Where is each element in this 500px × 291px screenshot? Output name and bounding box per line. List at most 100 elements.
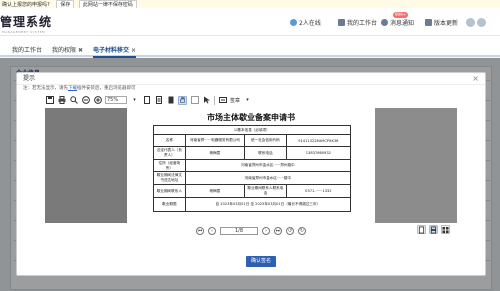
field-label: 歇业期限 xyxy=(154,198,186,211)
table-row: 歇业期间法律文书送达地址 河南省郑州市金水区······楼中 xyxy=(154,172,350,185)
avatar-icon xyxy=(466,18,475,27)
online-users-label: 2人在线 xyxy=(299,20,321,27)
table-row: ☑基本信息（必填项） xyxy=(154,126,350,135)
table-row: 法定代表人（负责人） 杨梅霞 联系电话 13837660932 xyxy=(154,147,350,160)
field-value: 河南省郑州市金水区······郑州路中 xyxy=(241,163,295,167)
rotate-left-icon[interactable]: ↺ xyxy=(286,227,294,235)
print-icon[interactable] xyxy=(57,96,66,105)
plugin-note-prefix: 注：若无法显示，请先 xyxy=(23,86,68,91)
save-icon[interactable] xyxy=(45,96,54,105)
download-plugin-link[interactable]: 下载 xyxy=(68,86,77,91)
field-label: 歇业期间联系人联系电话 xyxy=(245,185,287,197)
thumbnail-view-icon[interactable] xyxy=(441,225,450,234)
view-mode-tools xyxy=(417,225,450,234)
password-prompt-text: 确认上报您的申报吗? xyxy=(2,2,50,8)
chevron-down-icon[interactable]: ▾ xyxy=(130,96,139,105)
hand-tool-icon[interactable] xyxy=(178,95,187,105)
tab-my-permissions[interactable]: 我的权限 ✖ xyxy=(52,45,83,54)
page-number-input[interactable]: 1/8 xyxy=(220,227,258,235)
viewer-margin-left xyxy=(45,108,127,223)
plugin-note-suffix: 插件安装后，重启浏览器即可 xyxy=(77,86,136,91)
table-row: 住所（经营场所） 河南省郑州市金水区······郑州路中 xyxy=(154,160,350,172)
toolbar-separator xyxy=(214,95,215,105)
pointer-icon[interactable] xyxy=(202,96,211,105)
field-value: 13837660932 xyxy=(305,151,331,155)
single-page-icon[interactable] xyxy=(417,225,426,234)
stamp-icon[interactable] xyxy=(218,96,227,105)
first-page-icon[interactable]: ⏮ xyxy=(196,227,204,235)
dialog-header: 提示 × xyxy=(17,73,485,85)
prev-page-icon[interactable]: ‹ xyxy=(208,227,216,235)
pdf-viewer[interactable]: 市场主体歇业备案申请书 ☑基本信息（必填项） 名称 河南省郑······电器服务… xyxy=(45,108,457,223)
version-update-label: 版本更新 xyxy=(434,20,459,27)
pdf-page: 市场主体歇业备案申请书 ☑基本信息（必填项） 名称 河南省郑······电器服务… xyxy=(127,108,375,223)
table-row: 名称 河南省郑······电器服务有限公司 统一社会信用代码 91411322M… xyxy=(154,135,350,147)
field-label: 名称 xyxy=(154,135,186,146)
bell-icon xyxy=(381,19,388,26)
document-icon xyxy=(425,19,432,26)
select-region-icon[interactable] xyxy=(190,96,199,105)
fit-width-icon[interactable] xyxy=(154,96,163,105)
last-page-icon[interactable]: ⏭ xyxy=(274,227,282,235)
continuous-page-icon[interactable] xyxy=(429,225,438,234)
tab-label: 我的工作台 xyxy=(12,47,43,54)
messages-link[interactable]: 消息通知 xyxy=(381,18,414,27)
sign-menu-label[interactable]: 签章 xyxy=(230,97,240,104)
app-logo-subtitle: MANAGEMENT SYSTEM xyxy=(2,30,46,34)
app-logo: 管理系统 xyxy=(0,15,53,29)
fit-page-icon[interactable] xyxy=(142,96,151,105)
table-row: 歇业期限 自 2023年03月01日 至 2025年03月01日（最长不得超过三… xyxy=(154,198,350,211)
field-label: 法定代表人（负责人） xyxy=(154,147,186,159)
document-view-icon[interactable] xyxy=(166,96,175,105)
zoom-out-icon[interactable] xyxy=(81,96,90,105)
close-icon[interactable]: ✖ xyxy=(78,47,83,54)
close-icon[interactable]: × xyxy=(131,47,136,54)
close-icon[interactable]: × xyxy=(472,73,479,85)
zoom-select[interactable]: 75% xyxy=(105,96,127,104)
document-title: 市场主体歇业备案申请书 xyxy=(207,112,295,122)
messages-badge: 999+ xyxy=(393,12,408,18)
field-label: 住所（经营场所） xyxy=(154,160,186,171)
zoom-in-icon[interactable] xyxy=(93,96,102,105)
search-icon[interactable] xyxy=(69,96,78,105)
tab-label: 电子材料移交 xyxy=(93,47,130,54)
app-header: 管理系统 MANAGEMENT SYSTEM 2人在线 我的工作台 消息通知 9… xyxy=(0,8,500,36)
chevron-down-icon[interactable]: ▾ xyxy=(243,96,252,105)
field-value: 0371-······1332 xyxy=(305,189,332,193)
my-workbench-link[interactable]: 我的工作台 xyxy=(338,18,377,27)
section-header: ☑基本信息（必填项） xyxy=(234,127,270,132)
field-value: 杨梅霞 xyxy=(186,147,246,159)
my-workbench-label: 我的工作台 xyxy=(347,20,378,27)
field-label: 统一社会信用代码 xyxy=(245,135,287,146)
dialog-title: 提示 xyxy=(23,75,36,82)
field-value: 河南省郑······电器服务有限公司 xyxy=(186,135,246,146)
field-label: 歇业期间联系人 xyxy=(154,185,186,197)
field-value: 91411322MA9CPXK36 xyxy=(298,138,339,143)
avatar-icon-2 xyxy=(477,18,486,27)
signature-dialog: 提示 × 注：若无法显示，请先下载插件安装后，重启浏览器即可 75% ▾ 签章 … xyxy=(16,72,486,276)
plugin-note: 注：若无法显示，请先下载插件安装后，重启浏览器即可 xyxy=(17,85,485,93)
field-label: 歇业期间法律文书送达地址 xyxy=(154,172,186,184)
version-update-link[interactable]: 版本更新 xyxy=(425,18,458,27)
field-value: 河南省郑州市金水区······楼中 xyxy=(244,175,292,180)
field-value: 自 2023年03月01日 至 2025年03月01日（最长不得超过三年） xyxy=(215,202,321,206)
user-online-icon xyxy=(290,19,297,26)
tab-electronic-transfer[interactable]: 电子材料移交 × xyxy=(93,45,137,58)
next-page-icon[interactable]: › xyxy=(262,227,270,235)
page-navigation: ⏮ ‹ 1/8 › ⏭ ↺ ↻ xyxy=(45,225,457,237)
application-form-table: ☑基本信息（必填项） 名称 河南省郑······电器服务有限公司 统一社会信用代… xyxy=(153,125,351,212)
save-password-button[interactable]: 保存 xyxy=(56,0,75,8)
tab-label: 我的权限 xyxy=(52,47,77,54)
tab-my-workbench[interactable]: 我的工作台 xyxy=(12,45,42,54)
online-users[interactable]: 2人在线 xyxy=(290,18,321,27)
user-avatar[interactable] xyxy=(466,18,486,27)
confirm-signature-button[interactable]: 确认签名 xyxy=(246,256,276,267)
field-value: 杨梅霞 xyxy=(186,185,246,197)
rotate-right-icon[interactable]: ↻ xyxy=(298,227,306,235)
messages-label: 消息通知 xyxy=(390,20,415,27)
pdf-toolbar: 75% ▾ 签章 ▾ xyxy=(45,94,457,106)
table-row: 歇业期间联系人 杨梅霞 歇业期间联系人联系电话 0371-······1332 xyxy=(154,185,350,198)
monitor-icon xyxy=(338,19,345,26)
page-tabs: 我的工作台 我的权限 ✖ 电子材料移交 × xyxy=(0,36,500,58)
never-save-password-button[interactable]: 此网站一律不保存密码 xyxy=(78,0,137,8)
